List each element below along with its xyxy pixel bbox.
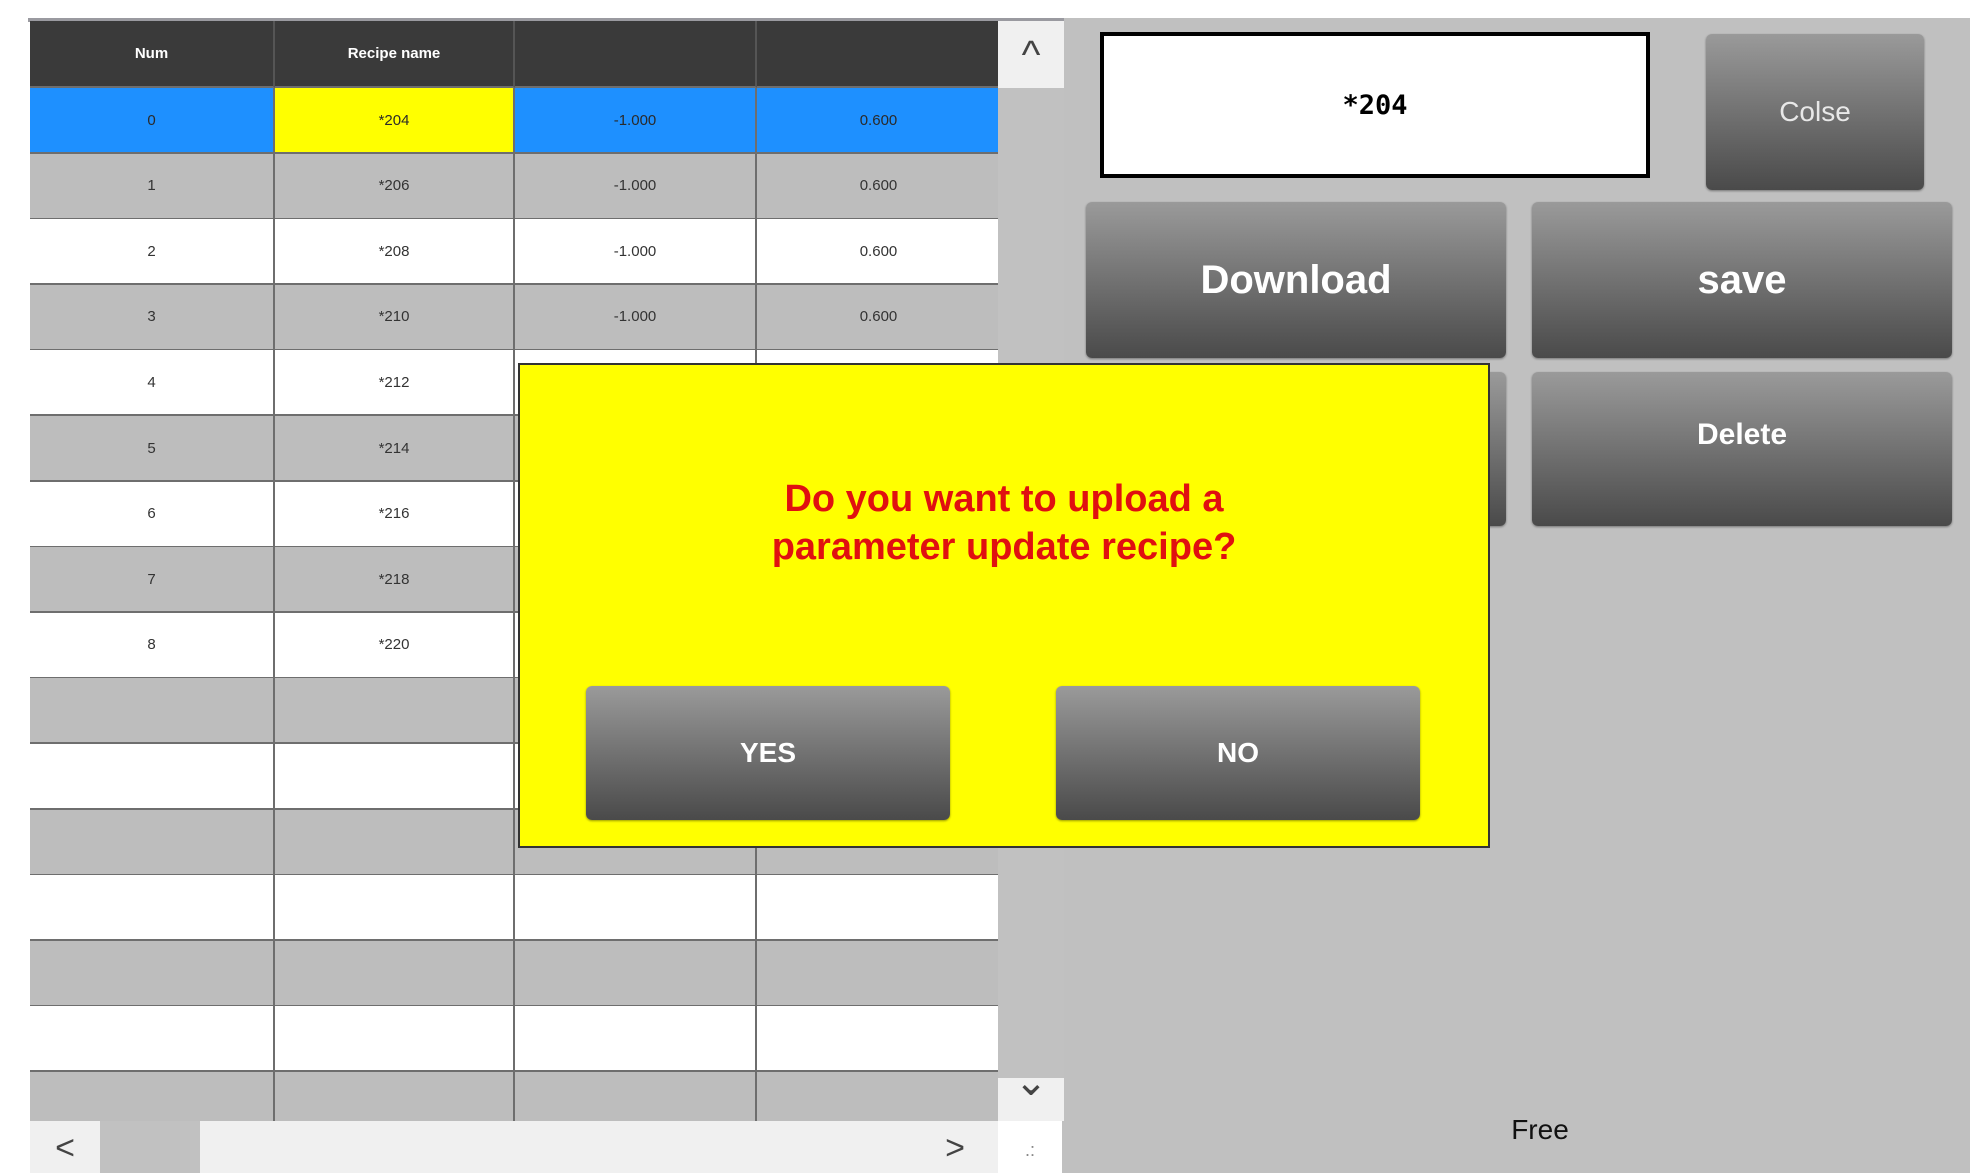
table-cell-v2[interactable]	[757, 875, 998, 942]
table-cell-name[interactable]: *214	[275, 416, 515, 482]
table-cell-name[interactable]: *212	[275, 350, 515, 417]
table-cell-v1[interactable]	[515, 1006, 757, 1073]
header-recipe-name[interactable]: Recipe name	[275, 21, 515, 88]
delete-button[interactable]: Delete	[1532, 372, 1952, 526]
table-cell-num[interactable]: 8	[30, 612, 275, 679]
status-label: Free	[1511, 1114, 1569, 1145]
table-cell-name[interactable]: *218	[275, 547, 515, 614]
table-cell-name[interactable]	[275, 678, 515, 745]
table-cell-v2[interactable]: 0.600	[757, 284, 998, 351]
table-cell-num[interactable]	[30, 940, 275, 1007]
table-cell-v1[interactable]	[515, 1072, 757, 1121]
table-cell-num[interactable]: 4	[30, 350, 275, 417]
resize-grip-icon: .:	[1024, 1139, 1035, 1160]
table-cell-v1[interactable]	[515, 875, 757, 942]
table-cell-name[interactable]: *210	[275, 284, 515, 351]
table-cell-num[interactable]: 1	[30, 153, 275, 220]
table-cell-num[interactable]	[30, 875, 275, 942]
table-cell-num[interactable]	[30, 1072, 275, 1121]
table-cell-name[interactable]	[275, 809, 515, 876]
table-cell-name[interactable]	[275, 875, 515, 942]
table-cell-num[interactable]: 5	[30, 416, 275, 482]
table-cell-name[interactable]: *206	[275, 153, 515, 220]
table-cell-v2[interactable]: 0.600	[757, 153, 998, 220]
table-cell-v2[interactable]	[757, 1006, 998, 1073]
scroll-up-icon[interactable]: ^	[998, 28, 1064, 82]
scroll-right-icon[interactable]: >	[930, 1126, 980, 1170]
table-cell-v1[interactable]	[515, 940, 757, 1007]
yes-button[interactable]: YES	[586, 686, 950, 820]
table-cell-name[interactable]: *204	[275, 88, 515, 154]
table-cell-v1[interactable]: -1.000	[515, 88, 757, 154]
table-cell-name[interactable]	[275, 1006, 515, 1073]
table-cell-num[interactable]: 6	[30, 481, 275, 548]
table-cell-v2[interactable]	[757, 1072, 998, 1121]
table-cell-name[interactable]	[275, 744, 515, 810]
table-cell-v1[interactable]: -1.000	[515, 219, 757, 286]
table-cell-name[interactable]: *216	[275, 481, 515, 548]
table-cell-v1[interactable]: -1.000	[515, 284, 757, 351]
table-cell-num[interactable]: 0	[30, 88, 275, 154]
table-cell-num[interactable]: 7	[30, 547, 275, 614]
table-cell-num[interactable]	[30, 809, 275, 876]
header-col-4[interactable]	[757, 21, 998, 88]
table-cell-v1[interactable]: -1.000	[515, 153, 757, 220]
download-button[interactable]: Download	[1086, 202, 1506, 358]
table-cell-num[interactable]: 3	[30, 284, 275, 351]
table-cell-name[interactable]	[275, 940, 515, 1007]
table-cell-v2[interactable]	[757, 940, 998, 1007]
table-cell-num[interactable]	[30, 744, 275, 810]
current-recipe-display: *204	[1100, 32, 1650, 178]
close-button[interactable]: Colse	[1706, 34, 1924, 190]
header-col-3[interactable]	[515, 21, 757, 88]
scroll-left-icon[interactable]: <	[40, 1126, 90, 1170]
dialog-message: Do you want to upload a parameter update…	[771, 478, 1237, 568]
table-cell-num[interactable]	[30, 1006, 275, 1073]
horizontal-scroll-thumb[interactable]	[100, 1121, 200, 1173]
no-button[interactable]: NO	[1056, 686, 1420, 820]
table-cell-name[interactable]: *208	[275, 219, 515, 286]
confirm-dialog: Do you want to upload a parameter update…	[518, 363, 1490, 848]
scroll-down-icon[interactable]: ⌄	[998, 1055, 1064, 1109]
table-cell-name[interactable]: *220	[275, 612, 515, 679]
save-button[interactable]: save	[1532, 202, 1952, 358]
table-cell-num[interactable]	[30, 678, 275, 745]
table-cell-v2[interactable]: 0.600	[757, 219, 998, 286]
table-cell-num[interactable]: 2	[30, 219, 275, 286]
header-num[interactable]: Num	[30, 21, 275, 88]
table-cell-name[interactable]	[275, 1072, 515, 1121]
table-cell-v2[interactable]: 0.600	[757, 88, 998, 154]
